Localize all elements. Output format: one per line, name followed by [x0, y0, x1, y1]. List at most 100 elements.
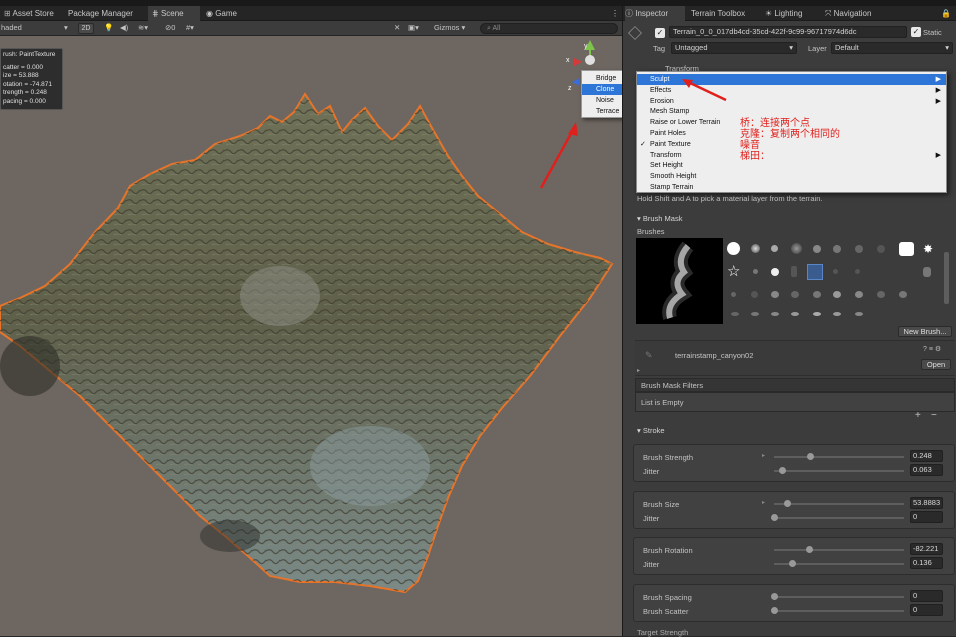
brush-splat-icon[interactable] — [833, 245, 841, 253]
expand-arrow-icon[interactable]: ▸ — [637, 367, 640, 374]
brush-dash-icon[interactable] — [751, 312, 759, 316]
brush-selected-icon[interactable] — [807, 264, 823, 280]
brush-splat-icon[interactable] — [813, 245, 821, 253]
brush-dot-icon[interactable] — [877, 291, 885, 298]
tab-package-manager[interactable]: Package Manager — [64, 6, 146, 21]
new-brush-button[interactable]: New Brush... — [898, 326, 952, 337]
light-icon[interactable]: 💡 — [104, 23, 113, 32]
layer-dropdown[interactable]: Default ▾ — [831, 42, 953, 54]
expand-arrow-icon[interactable]: ▸ — [762, 499, 765, 506]
brush-grid[interactable]: ✸ ☆ — [727, 242, 949, 326]
brush-size-field[interactable]: 53.8883 — [910, 497, 943, 509]
menu-item-set-height[interactable]: Set Height — [637, 160, 946, 171]
gizmos-dropdown[interactable]: Gizmos ▾ — [434, 23, 465, 32]
open-button[interactable]: Open — [921, 359, 951, 370]
brush-strength-field[interactable]: 0.248 — [910, 450, 943, 462]
brush-noise-icon[interactable] — [791, 243, 802, 254]
slider-knob[interactable] — [784, 500, 791, 507]
brush-rotation-field[interactable]: -82.221 — [910, 543, 943, 555]
brush-dot-icon[interactable] — [791, 291, 799, 298]
hidden-objects-icon[interactable]: ⊘0 — [165, 23, 175, 32]
add-filter-button[interactable]: + — [915, 410, 921, 421]
active-checkbox[interactable]: ✓ — [655, 28, 665, 38]
brush-scatter-slider[interactable] — [774, 610, 904, 612]
stroke-header[interactable]: ▾ Stroke — [637, 426, 665, 435]
grid-icon[interactable]: #▾ — [186, 23, 194, 32]
slider-knob[interactable] — [771, 607, 778, 614]
brush-dot-icon[interactable] — [753, 269, 758, 274]
brush-dot-icon[interactable] — [813, 291, 821, 298]
brush-dot-icon[interactable] — [731, 292, 736, 297]
brush-dash-icon[interactable] — [855, 312, 863, 316]
brush-dash-icon[interactable] — [791, 312, 799, 316]
terrain-mesh[interactable]: y x z — [0, 36, 622, 636]
strength-jitter-slider[interactable] — [774, 470, 904, 472]
menu-item-mesh-stamp[interactable]: Mesh Stamp — [637, 106, 946, 117]
size-jitter-field[interactable]: 0 — [910, 511, 943, 523]
chevron-down-icon[interactable]: ▾ — [64, 23, 68, 32]
strength-jitter-field[interactable]: 0.063 — [910, 464, 943, 476]
brush-burst-icon[interactable]: ✸ — [923, 242, 936, 256]
brush-scatter-field[interactable]: 0 — [910, 604, 943, 616]
brush-mask-header[interactable]: ▾ Brush Mask — [637, 214, 682, 223]
brush-dot-icon[interactable] — [771, 291, 779, 298]
brush-ring-icon[interactable] — [877, 245, 885, 253]
rotation-jitter-field[interactable]: 0.136 — [910, 557, 943, 569]
tab-asset-store[interactable]: ⊞ Asset Store — [0, 6, 62, 21]
brush-dot-icon[interactable] — [751, 291, 758, 298]
brush-dash-icon[interactable] — [771, 312, 779, 316]
brush-dash-icon[interactable] — [731, 312, 739, 316]
slider-knob[interactable] — [771, 514, 778, 521]
expand-arrow-icon[interactable]: ▸ — [762, 452, 765, 459]
brush-rotation-slider[interactable] — [774, 549, 904, 551]
brush-hexagon-icon[interactable] — [899, 242, 914, 256]
tools-icon[interactable]: ✕ — [394, 23, 400, 32]
brush-grid-scrollbar[interactable] — [944, 252, 949, 304]
tag-dropdown[interactable]: Untagged ▾ — [671, 42, 797, 54]
brush-dash-icon[interactable] — [813, 312, 821, 316]
camera-icon[interactable]: ▣▾ — [408, 23, 419, 32]
brush-dot-icon[interactable] — [833, 269, 838, 274]
remove-filter-button[interactable]: − — [931, 410, 937, 421]
shading-dropdown[interactable]: haded — [1, 23, 22, 32]
help-icon[interactable]: ? ≡ ⚙ — [923, 345, 941, 353]
menu-item-transform[interactable]: Transform ▶ — [637, 150, 946, 161]
brush-dot-icon[interactable] — [855, 291, 863, 298]
effects-icon[interactable]: ≋▾ — [138, 23, 148, 32]
slider-knob[interactable] — [771, 593, 778, 600]
slider-knob[interactable] — [806, 546, 814, 553]
brush-dash-icon[interactable] — [833, 312, 841, 316]
slider-knob[interactable] — [778, 467, 786, 474]
brush-stroke-icon[interactable] — [791, 266, 797, 277]
static-checkbox[interactable]: ✓ — [911, 27, 921, 37]
brush-strength-slider[interactable] — [774, 456, 904, 458]
lock-icon[interactable]: 🔒 — [941, 6, 953, 21]
size-jitter-slider[interactable] — [774, 517, 904, 519]
object-name-field[interactable]: Terrain_0_0_017db4cd-35cd-422f-9c99-9671… — [669, 26, 907, 38]
brush-soft-icon[interactable] — [751, 244, 760, 253]
tab-terrain-toolbox[interactable]: Terrain Toolbox — [691, 6, 759, 21]
brush-spacing-slider[interactable] — [774, 596, 904, 598]
tab-menu-icon[interactable]: ⋮ — [607, 6, 619, 21]
tab-game[interactable]: ◉ Game — [202, 6, 248, 21]
brush-dot-icon[interactable] — [771, 268, 779, 276]
brush-dot-icon[interactable] — [899, 291, 907, 298]
slider-knob[interactable] — [807, 453, 815, 460]
brush-star-icon[interactable]: ☆ — [727, 264, 740, 279]
tab-inspector[interactable]: ⓘ Inspector — [625, 6, 685, 21]
slider-knob[interactable] — [789, 560, 797, 567]
brush-dot-icon[interactable] — [771, 245, 778, 252]
toggle-2d-button[interactable]: 2D — [78, 23, 94, 34]
scene-search-input[interactable]: ⌕ All — [480, 23, 618, 34]
brush-smear-icon[interactable] — [923, 267, 931, 277]
brush-spacing-field[interactable]: 0 — [910, 590, 943, 602]
brush-dot-icon[interactable] — [855, 269, 860, 274]
tab-navigation[interactable]: ⤧ Navigation — [825, 6, 893, 21]
menu-item-stamp-terrain[interactable]: Stamp Terrain — [637, 182, 946, 193]
brush-swirl-icon[interactable] — [855, 245, 863, 253]
audio-icon[interactable]: ◀) — [120, 23, 128, 32]
brush-round-icon[interactable] — [727, 242, 740, 255]
tab-lighting[interactable]: ☀ Lighting — [765, 6, 821, 21]
brush-dot-icon[interactable] — [833, 291, 841, 298]
menu-item-smooth-height[interactable]: Smooth Height — [637, 171, 946, 182]
